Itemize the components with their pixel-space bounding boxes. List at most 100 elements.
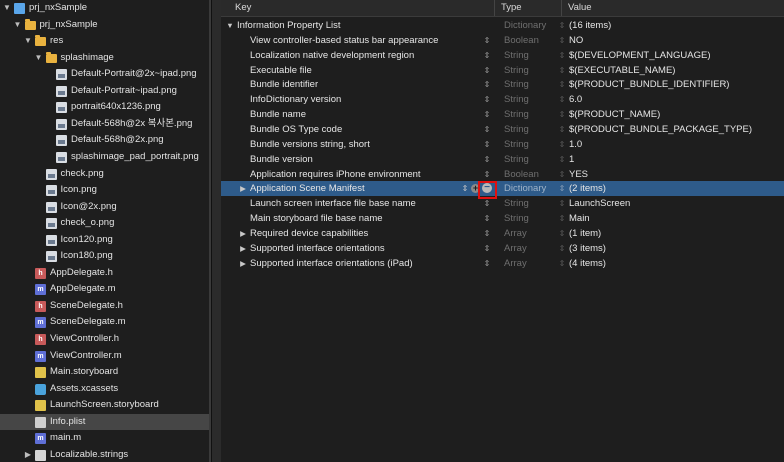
navigator-item[interactable]: Default-Portrait~ipad.png	[0, 83, 209, 99]
plist-value[interactable]: (1 item)	[569, 226, 601, 241]
plist-type[interactable]: String	[504, 137, 529, 152]
plist-row[interactable]: Main storyboard file base name ⇕ String ⇕ Ma…	[221, 211, 784, 226]
plist-key[interactable]: Executable file	[250, 63, 312, 78]
plist-value[interactable]: (2 items)	[569, 181, 606, 196]
navigator-item[interactable]: Main.storyboard	[0, 364, 209, 380]
plist-value[interactable]: (16 items)	[569, 18, 611, 33]
plist-row[interactable]: ▶ Supported interface orientations (iPad)…	[221, 256, 784, 271]
navigator-item[interactable]: check.png	[0, 166, 209, 182]
type-stepper-icon[interactable]: ⇕	[558, 107, 566, 122]
plist-key[interactable]: Launch screen interface file base name	[250, 196, 416, 211]
disclosure-open-icon[interactable]: ▼	[34, 50, 44, 66]
navigator-item[interactable]: m main.m	[0, 430, 209, 446]
disclosure-open-icon[interactable]: ▼	[23, 33, 33, 49]
plist-value[interactable]: $(PRODUCT_NAME)	[569, 107, 660, 122]
plist-row[interactable]: Bundle versions string, short ⇕ String ⇕ 1.0	[221, 137, 784, 152]
navigator-item[interactable]: splashimage_pad_portrait.png	[0, 149, 209, 165]
navigator-item[interactable]: m ViewController.m	[0, 348, 209, 364]
key-stepper-icon[interactable]: ⇕	[483, 107, 491, 122]
navigator-item[interactable]: Default-568h@2x 복사본.png	[0, 116, 209, 132]
navigator-item[interactable]: portrait640x1236.png	[0, 99, 209, 115]
disclosure-open-icon[interactable]: ▼	[226, 18, 234, 33]
plist-type[interactable]: Array	[504, 241, 527, 256]
disclosure-closed-icon[interactable]: ▶	[239, 256, 247, 271]
navigator-item[interactable]: m AppDelegate.m	[0, 281, 209, 297]
plist-type[interactable]: Dictionary	[504, 181, 546, 196]
plist-row[interactable]: Launch screen interface file base name ⇕ S…	[221, 196, 784, 211]
key-stepper-icon[interactable]: ⇕	[483, 33, 491, 48]
plist-value[interactable]: $(PRODUCT_BUNDLE_IDENTIFIER)	[569, 77, 729, 92]
plist-type[interactable]: Array	[504, 226, 527, 241]
plist-type[interactable]: String	[504, 48, 529, 63]
plist-key[interactable]: Information Property List	[237, 18, 341, 33]
plist-row[interactable]: Bundle name ⇕ String ⇕ $(PRODUCT_NAME)	[221, 107, 784, 122]
plist-value[interactable]: YES	[569, 167, 588, 182]
plist-key[interactable]: Bundle OS Type code	[250, 122, 342, 137]
type-stepper-icon[interactable]: ⇕	[558, 18, 566, 33]
type-stepper-icon[interactable]: ⇕	[558, 241, 566, 256]
plist-key[interactable]: Application Scene Manifest	[250, 181, 365, 196]
navigator-item[interactable]: Default-Portrait@2x~ipad.png	[0, 66, 209, 82]
plist-row[interactable]: Localization native development region ⇕ S…	[221, 48, 784, 63]
plist-key[interactable]: Supported interface orientations	[250, 241, 385, 256]
plist-row[interactable]: ▼ Information Property List Dictionary ⇕ (16…	[221, 18, 784, 33]
disclosure-closed-icon[interactable]: ▶	[23, 447, 33, 462]
navigator-item[interactable]: ▼ res	[0, 33, 209, 49]
type-stepper-icon[interactable]: ⇕	[558, 211, 566, 226]
plist-type[interactable]: String	[504, 92, 529, 107]
plist-value[interactable]: (4 items)	[569, 256, 606, 271]
type-stepper-icon[interactable]: ⇕	[558, 256, 566, 271]
plist-value[interactable]: 1.0	[569, 137, 582, 152]
plist-type[interactable]: Boolean	[504, 167, 539, 182]
plist-type[interactable]: Dictionary	[504, 18, 546, 33]
plist-type[interactable]: Boolean	[504, 33, 539, 48]
key-column-header[interactable]: Key	[235, 0, 251, 16]
key-stepper-icon[interactable]: ⇕	[483, 241, 491, 256]
navigator-item[interactable]: Info.plist	[0, 413, 209, 430]
plist-type[interactable]: String	[504, 77, 529, 92]
disclosure-open-icon[interactable]: ▼	[13, 17, 23, 33]
key-stepper-icon[interactable]: ⇕	[483, 211, 491, 226]
disclosure-closed-icon[interactable]: ▶	[239, 241, 247, 256]
plist-value[interactable]: 6.0	[569, 92, 582, 107]
key-stepper-icon[interactable]: ⇕	[483, 152, 491, 167]
plist-row[interactable]: ▶ Supported interface orientations ⇕ Array ⇕…	[221, 241, 784, 256]
navigator-item[interactable]: Icon120.png	[0, 232, 209, 248]
navigator-item[interactable]: check_o.png	[0, 215, 209, 231]
value-column-header[interactable]: Value	[568, 0, 592, 16]
plist-type[interactable]: String	[504, 196, 529, 211]
key-stepper-icon[interactable]: ⇕	[483, 167, 491, 182]
plist-value[interactable]: $(DEVELOPMENT_LANGUAGE)	[569, 48, 710, 63]
navigator-item[interactable]: Icon.png	[0, 182, 209, 198]
plist-value[interactable]: Main	[569, 211, 590, 226]
plist-value[interactable]: $(PRODUCT_BUNDLE_PACKAGE_TYPE)	[569, 122, 752, 137]
navigator-item[interactable]: h AppDelegate.h	[0, 265, 209, 281]
type-stepper-icon[interactable]: ⇕	[558, 226, 566, 241]
plist-row[interactable]: ▶ Required device capabilities ⇕ Array ⇕ (1 i…	[221, 226, 784, 241]
key-stepper-icon[interactable]: ⇕	[461, 181, 469, 196]
plist-key[interactable]: Required device capabilities	[250, 226, 368, 241]
type-stepper-icon[interactable]: ⇕	[558, 167, 566, 182]
type-stepper-icon[interactable]: ⇕	[558, 196, 566, 211]
plist-row[interactable]: Bundle version ⇕ String ⇕ 1	[221, 152, 784, 167]
plist-value[interactable]: NO	[569, 33, 583, 48]
plist-type[interactable]: Array	[504, 256, 527, 271]
type-stepper-icon[interactable]: ⇕	[558, 122, 566, 137]
key-stepper-icon[interactable]: ⇕	[483, 63, 491, 78]
type-stepper-icon[interactable]: ⇕	[558, 92, 566, 107]
plist-key[interactable]: Bundle identifier	[250, 77, 318, 92]
key-stepper-icon[interactable]: ⇕	[483, 77, 491, 92]
type-column-header[interactable]: Type	[501, 0, 522, 16]
plist-type[interactable]: String	[504, 63, 529, 78]
plist-key[interactable]: Application requires iPhone environment	[250, 167, 421, 182]
plist-row[interactable]: Bundle OS Type code ⇕ String ⇕ $(PRODUCT_BUN…	[221, 122, 784, 137]
navigator-item[interactable]: LaunchScreen.storyboard	[0, 397, 209, 413]
type-stepper-icon[interactable]: ⇕	[558, 152, 566, 167]
disclosure-closed-icon[interactable]: ▶	[239, 181, 247, 196]
navigator-item[interactable]: Assets.xcassets	[0, 381, 209, 397]
plist-row[interactable]: ▶ Application Scene Manifest ⇕ + − Dictionary…	[221, 181, 784, 197]
plist-key[interactable]: Bundle name	[250, 107, 306, 122]
type-stepper-icon[interactable]: ⇕	[558, 63, 566, 78]
navigator-item[interactable]: ▶ Localizable.strings	[0, 447, 209, 462]
navigator-item[interactable]: ▼ prj_nxSample	[0, 17, 209, 33]
